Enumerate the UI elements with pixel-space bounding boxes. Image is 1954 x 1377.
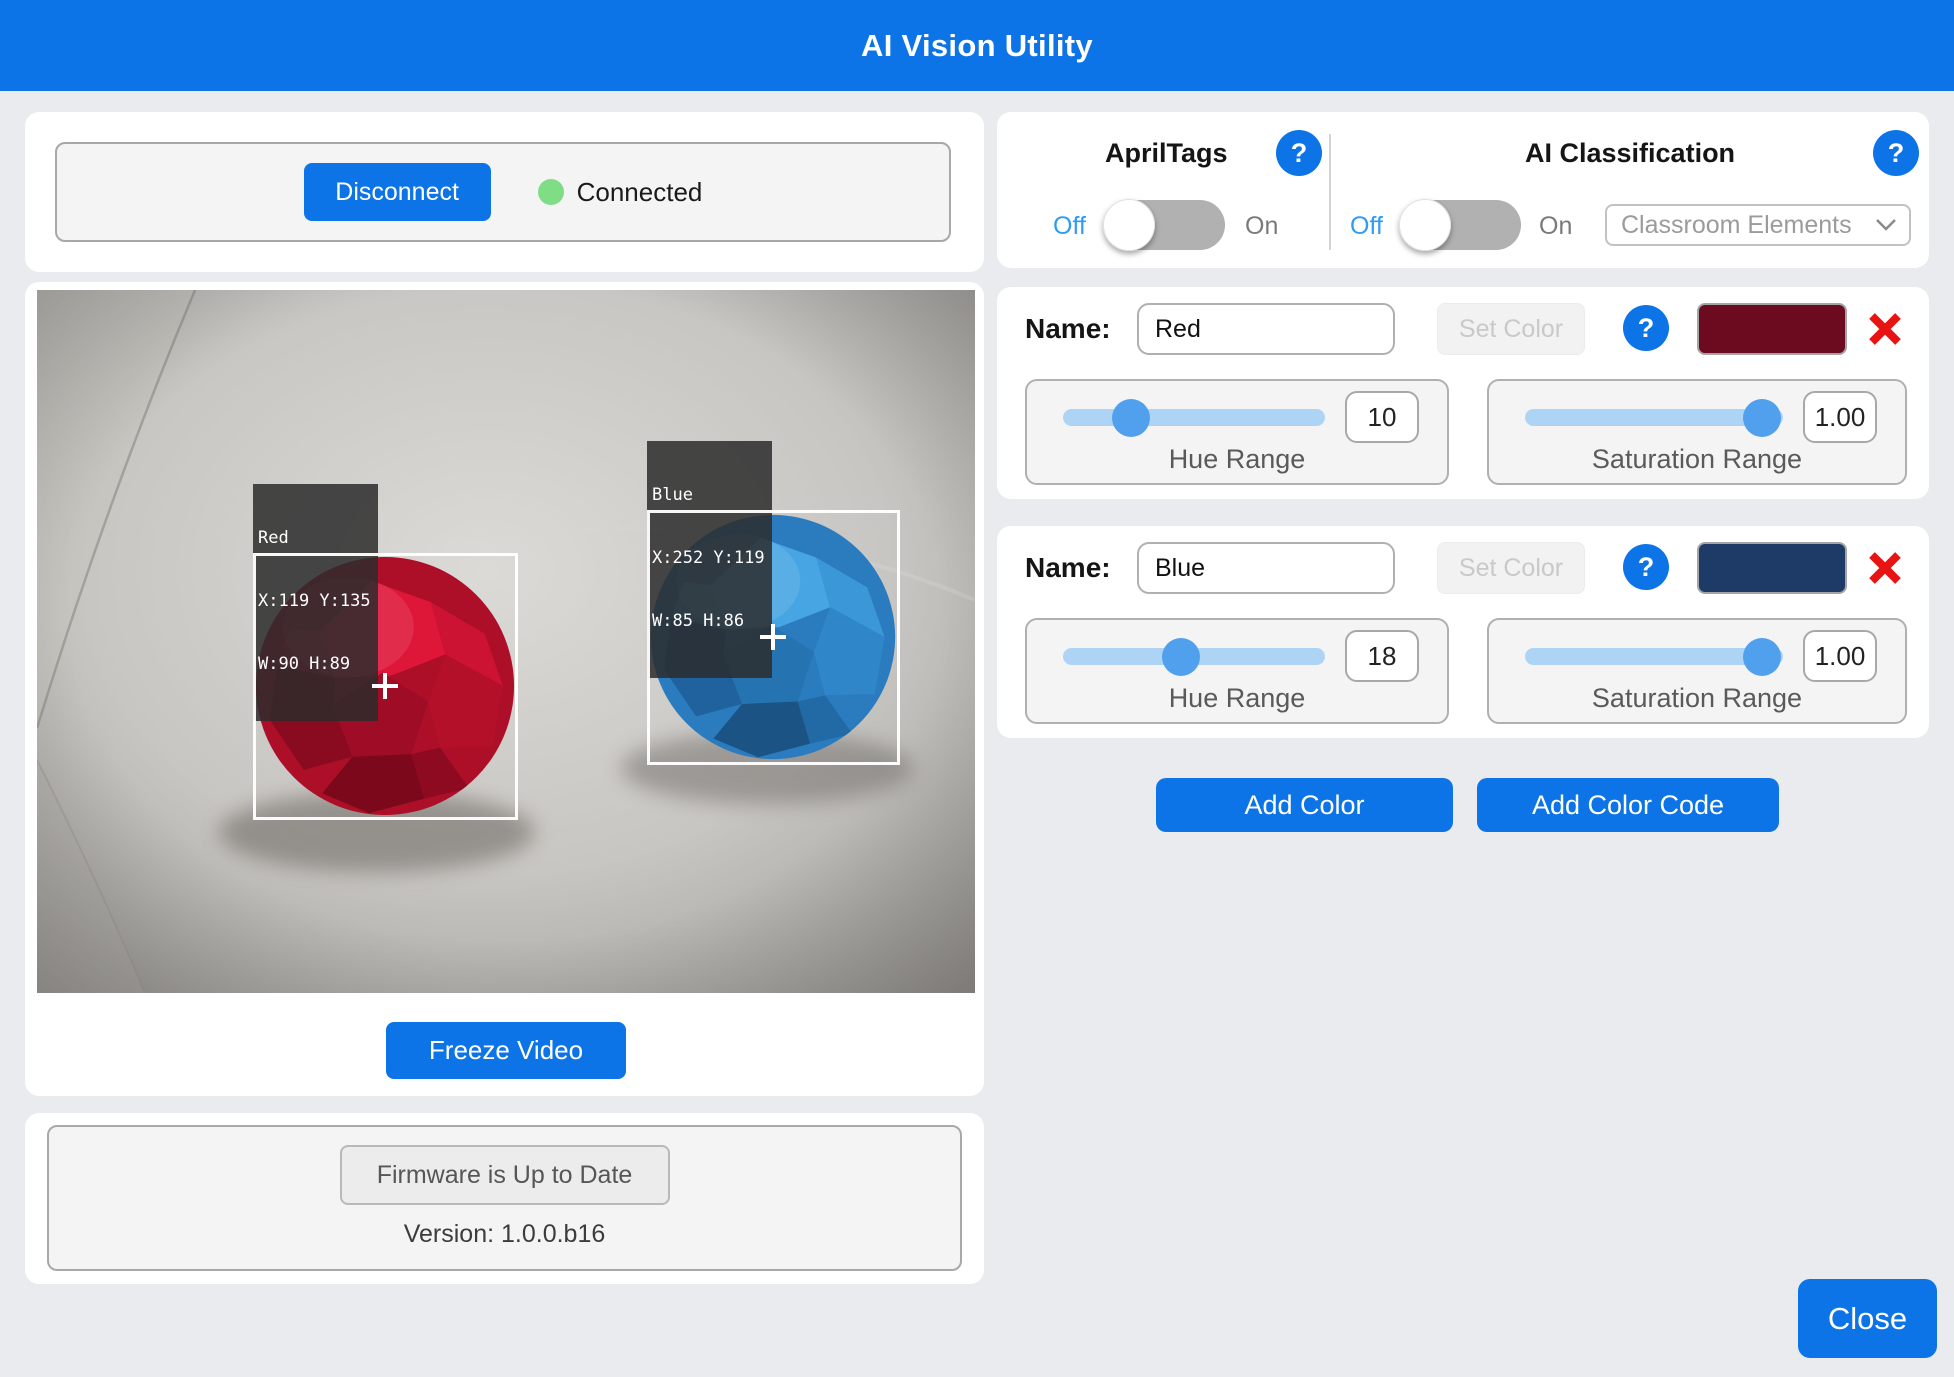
saturation-slider-track[interactable] (1525, 398, 1783, 437)
saturation-slider-knob[interactable] (1743, 637, 1782, 676)
firmware-status-button[interactable]: Firmware is Up to Date (339, 1145, 670, 1205)
set-color-button[interactable]: Set Color (1437, 542, 1585, 594)
ai-model-selected-value: Classroom Elements (1621, 210, 1852, 239)
apriltags-help-icon[interactable]: ? (1276, 130, 1322, 176)
name-label: Name: (1025, 313, 1111, 344)
hue-slider-knob[interactable] (1112, 398, 1151, 437)
hue-range-panel: 10 Hue Range (1025, 379, 1449, 485)
hue-range-panel: 18 Hue Range (1025, 618, 1449, 724)
target-cross-icon (760, 624, 786, 650)
saturation-range-panel: 1.00 Saturation Range (1487, 379, 1907, 485)
ai-off-label: Off (1350, 212, 1383, 240)
section-divider (1329, 134, 1331, 250)
detection-modes-card: AprilTags ? Off On AI Classification ? O… (997, 112, 1929, 268)
delete-x-icon (1869, 552, 1901, 584)
close-button[interactable]: Close (1798, 1279, 1937, 1358)
connection-panel: Disconnect Connected (55, 142, 951, 242)
firmware-panel: Firmware is Up to Date Version: 1.0.0.b1… (47, 1125, 962, 1271)
color-swatch (1697, 303, 1847, 355)
firmware-card: Firmware is Up to Date Version: 1.0.0.b1… (25, 1113, 984, 1284)
hue-slider-knob[interactable] (1161, 637, 1200, 676)
detection-name: Red (258, 528, 289, 548)
apriltags-toggle-knob[interactable] (1103, 199, 1155, 251)
delete-color-button[interactable] (1865, 309, 1905, 349)
delete-x-icon (1869, 313, 1901, 345)
color-name-input[interactable] (1137, 303, 1395, 355)
color-name-input[interactable] (1137, 542, 1395, 594)
color-help-icon[interactable]: ? (1623, 305, 1669, 351)
hue-slider-track[interactable] (1063, 637, 1325, 676)
ai-toggle-knob[interactable] (1399, 199, 1451, 251)
hue-slider-track[interactable] (1063, 398, 1325, 437)
ai-on-label: On (1539, 212, 1573, 240)
saturation-slider-track[interactable] (1525, 637, 1783, 676)
hue-range-label: Hue Range (1168, 683, 1306, 713)
add-color-code-button[interactable]: Add Color Code (1477, 778, 1779, 832)
hue-value[interactable]: 18 (1345, 630, 1419, 682)
video-feed[interactable]: Red X:119 Y:135 W:90 H:89 Blue X:252 Y:1… (37, 290, 975, 993)
saturation-range-label: Saturation Range (1591, 444, 1803, 474)
color-swatch (1697, 542, 1847, 594)
saturation-value[interactable]: 1.00 (1803, 391, 1877, 443)
disconnect-button[interactable]: Disconnect (303, 163, 491, 221)
ai-classification-toggle[interactable] (1399, 199, 1521, 251)
ai-classification-help-icon[interactable]: ? (1873, 130, 1919, 176)
apriltags-title: AprilTags (1105, 138, 1228, 168)
ai-classification-title: AI Classification (1525, 138, 1736, 168)
firmware-version-label: Version: 1.0.0.b16 (403, 1220, 606, 1248)
connection-status-label: Connected (576, 176, 703, 207)
connection-card: Disconnect Connected (25, 112, 984, 272)
detection-name: Blue (652, 485, 693, 505)
apriltags-on-label: On (1245, 212, 1279, 240)
saturation-value[interactable]: 1.00 (1803, 630, 1877, 682)
color-signature-card-blue: Name: Set Color ? 18 Hue Range 1.00 Satu… (997, 526, 1929, 738)
ai-model-select[interactable]: Classroom Elements (1605, 204, 1911, 246)
saturation-range-label: Saturation Range (1591, 683, 1803, 713)
saturation-range-panel: 1.00 Saturation Range (1487, 618, 1907, 724)
chevron-down-icon (1876, 219, 1896, 231)
saturation-slider-knob[interactable] (1743, 398, 1782, 437)
target-cross-icon (372, 673, 398, 699)
page-title: AI Vision Utility (861, 28, 1093, 63)
freeze-video-button[interactable]: Freeze Video (386, 1022, 626, 1079)
add-color-button[interactable]: Add Color (1156, 778, 1453, 832)
name-label: Name: (1025, 552, 1111, 583)
color-signature-card-red: Name: Set Color ? 10 Hue Range 1.00 Satu… (997, 287, 1929, 499)
hue-value[interactable]: 10 (1345, 391, 1419, 443)
video-card: Red X:119 Y:135 W:90 H:89 Blue X:252 Y:1… (25, 282, 984, 1096)
color-help-icon[interactable]: ? (1623, 544, 1669, 590)
hue-range-label: Hue Range (1168, 444, 1306, 474)
apriltags-toggle[interactable] (1103, 199, 1225, 251)
app-header: AI Vision Utility (0, 0, 1954, 91)
status-dot-icon (537, 179, 564, 205)
apriltags-off-label: Off (1053, 212, 1086, 240)
set-color-button[interactable]: Set Color (1437, 303, 1585, 355)
delete-color-button[interactable] (1865, 548, 1905, 588)
